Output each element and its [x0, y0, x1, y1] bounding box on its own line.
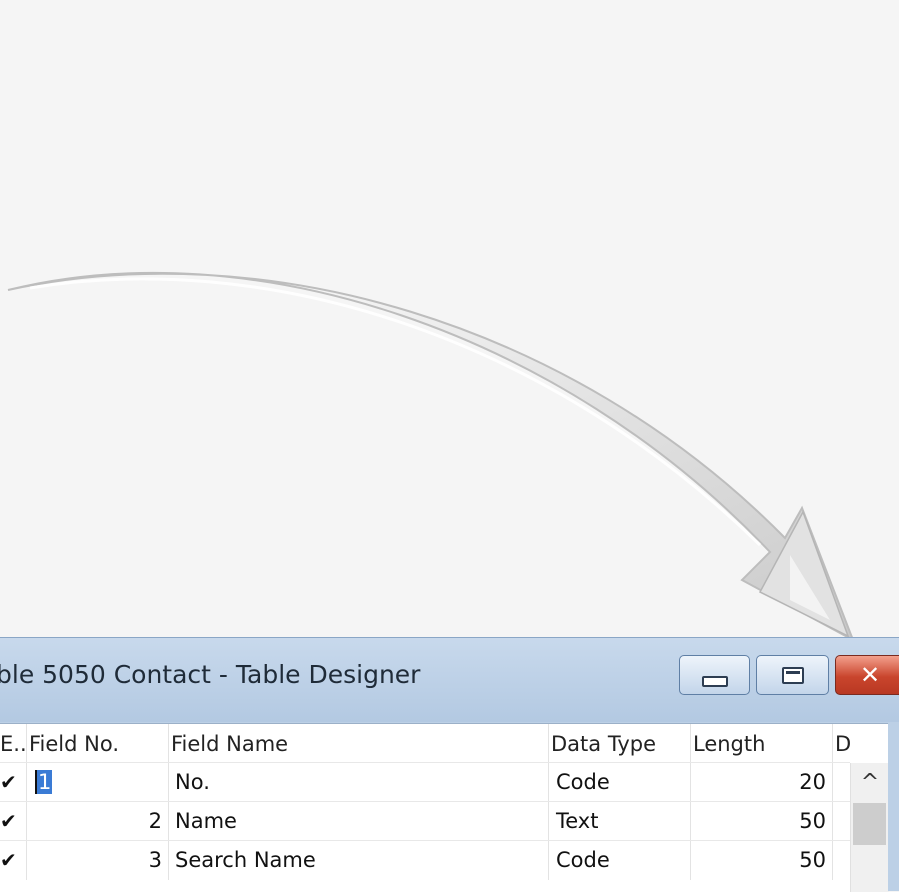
window-title: ble 5050 Contact - Table Designer	[0, 660, 421, 689]
chevron-up-icon: ^	[860, 769, 880, 795]
column-header-field-no[interactable]: Field No.	[27, 724, 169, 762]
curved-arrow-pointer	[7, 271, 855, 643]
length-cell[interactable]: 50	[691, 802, 833, 841]
field-name-cell[interactable]: Search Name	[169, 841, 549, 880]
scroll-up-button[interactable]: ^	[851, 763, 889, 801]
field-grid: E.. Field No. Field Name Data Type Lengt…	[0, 723, 889, 892]
table-row[interactable]: ✔ 2 Name Text 50	[0, 801, 850, 841]
close-icon: ✕	[859, 661, 881, 689]
maximize-button[interactable]	[756, 655, 829, 695]
table-row[interactable]: ✔ 1 No. Code 20	[0, 762, 850, 802]
restore-icon	[781, 666, 804, 684]
column-header-description[interactable]: D	[833, 724, 850, 762]
minimize-icon	[701, 675, 728, 687]
column-header-enabled[interactable]: E..	[0, 724, 27, 762]
field-no-value: 1	[35, 770, 53, 794]
enabled-check-icon[interactable]: ✔	[0, 802, 27, 841]
length-cell[interactable]: 50	[691, 841, 833, 880]
window-frame-right	[888, 723, 899, 891]
data-type-cell[interactable]: Code	[549, 841, 691, 880]
vertical-scrollbar[interactable]: ^	[850, 763, 889, 892]
field-name-cell[interactable]: No.	[169, 763, 549, 802]
table-designer-window: ble 5050 Contact - Table Designer ✕ E.. …	[0, 637, 899, 892]
field-no-cell[interactable]: 3	[27, 841, 169, 880]
scroll-thumb[interactable]	[853, 803, 886, 845]
column-header-field-name[interactable]: Field Name	[169, 724, 549, 762]
column-header-length[interactable]: Length	[691, 724, 833, 762]
column-header-data-type[interactable]: Data Type	[549, 724, 691, 762]
length-cell[interactable]: 20	[691, 763, 833, 802]
data-type-cell[interactable]: Code	[549, 763, 691, 802]
close-button[interactable]: ✕	[835, 655, 899, 695]
field-no-cell[interactable]: 2	[27, 802, 169, 841]
title-bar[interactable]: ble 5050 Contact - Table Designer ✕	[0, 638, 899, 722]
minimize-button[interactable]	[679, 655, 750, 695]
enabled-check-icon[interactable]: ✔	[0, 841, 27, 880]
data-type-cell[interactable]: Text	[549, 802, 691, 841]
table-row[interactable]: ✔ 3 Search Name Code 50	[0, 840, 850, 880]
field-no-cell[interactable]: 1	[27, 763, 169, 802]
enabled-check-icon[interactable]: ✔	[0, 763, 27, 802]
field-name-cell[interactable]: Name	[169, 802, 549, 841]
